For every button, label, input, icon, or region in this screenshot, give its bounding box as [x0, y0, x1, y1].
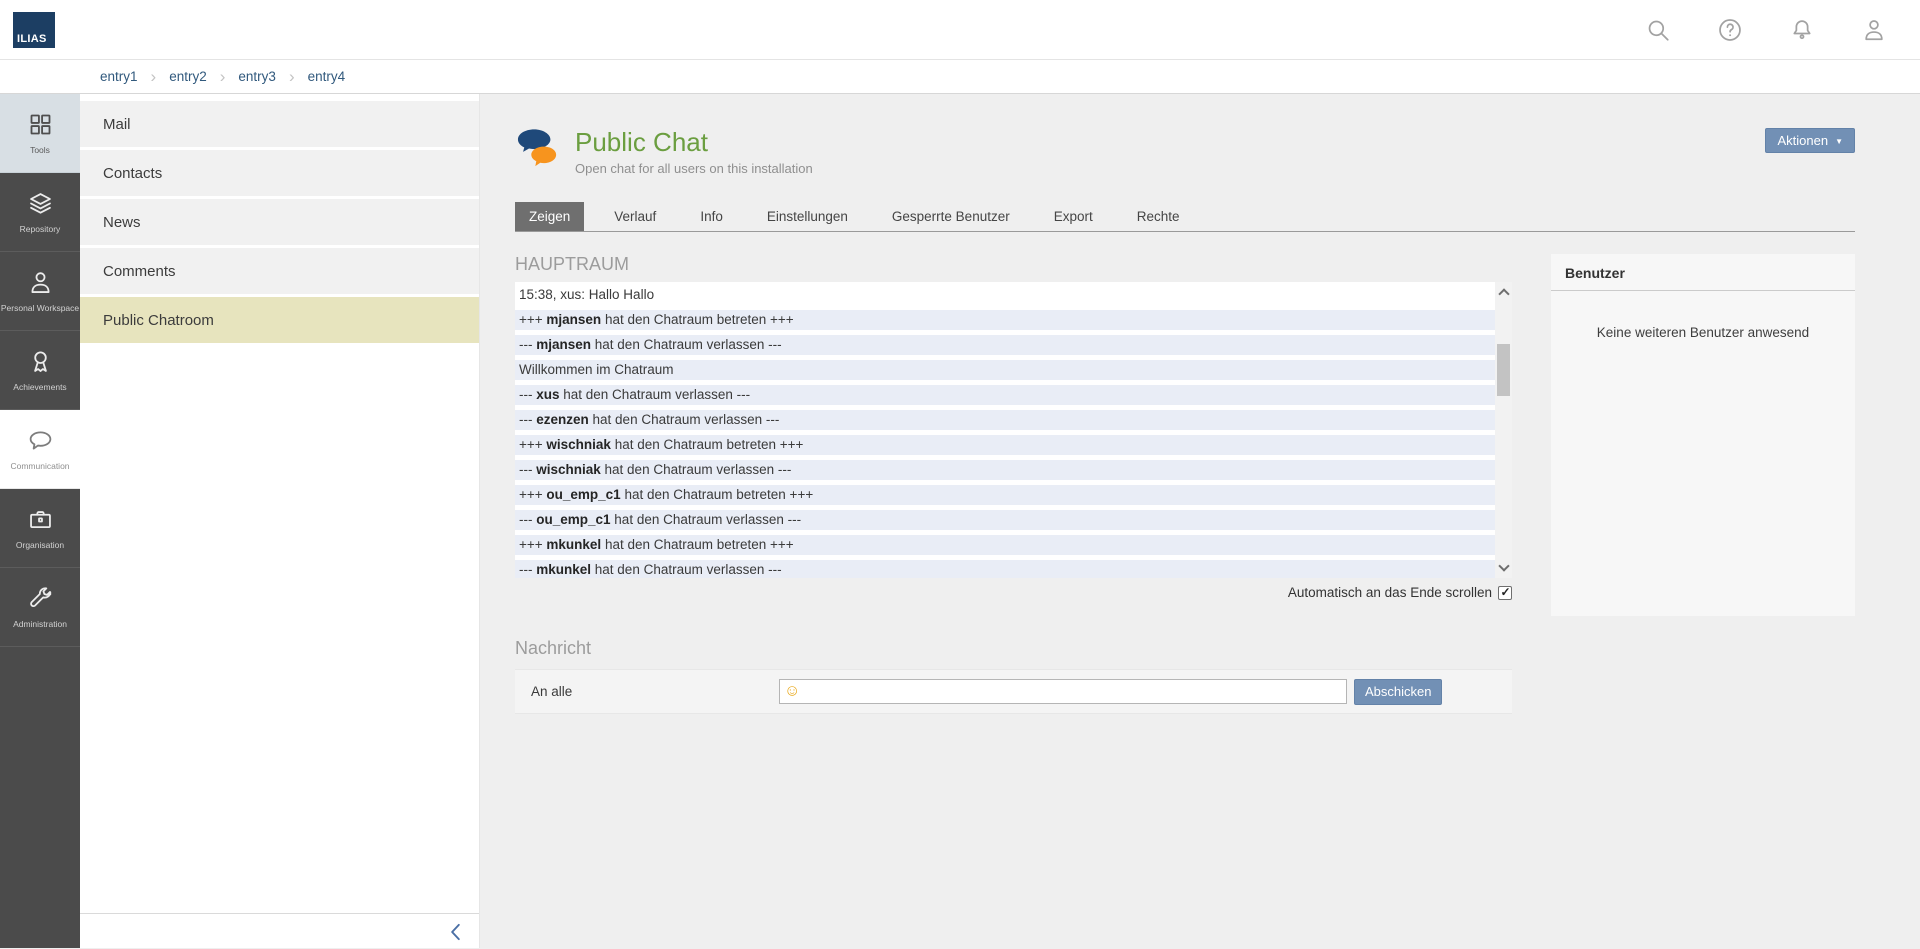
layers-icon [27, 190, 54, 217]
users-panel-empty-text: Keine weiteren Benutzer anwesend [1551, 325, 1855, 340]
chat-message-row: 15:38, xus: Hallo Hallo [515, 285, 1495, 305]
sidebar-menu: Mail Contacts News Comments Public Chatr… [80, 101, 479, 343]
ilias-logo[interactable]: ILIAS [13, 12, 55, 48]
logo-text: ILIAS [17, 33, 47, 45]
rail-item[interactable]: Achievements [0, 331, 80, 410]
rail-item[interactable]: Administration [0, 568, 80, 647]
help-icon [1717, 17, 1743, 43]
tab[interactable]: Export [1040, 202, 1107, 231]
topbar-icon-button[interactable] [1645, 17, 1671, 43]
rail-item-label: Organisation [16, 540, 64, 550]
page-title: Public Chat [575, 128, 813, 158]
chat-message-row: +++ ou_emp_c1 hat den Chatraum betreten … [515, 485, 1495, 505]
speech-bubble-icon [27, 427, 54, 454]
chat-message-row: +++ mjansen hat den Chatraum betreten ++… [515, 310, 1495, 330]
rail-item-label: Achievements [13, 382, 66, 392]
search-icon [1645, 17, 1671, 43]
sidebar-menu-item[interactable]: Contacts [80, 150, 479, 196]
person-icon [27, 269, 54, 296]
topbar-icon-button[interactable] [1717, 17, 1743, 43]
topbar-icons [1645, 17, 1887, 43]
topbar-icon-button[interactable] [1861, 17, 1887, 43]
medal-icon [27, 348, 54, 375]
users-panel-title: Benutzer [1551, 254, 1855, 291]
user-icon [1861, 17, 1887, 43]
chat-message-row: --- mjansen hat den Chatraum verlassen -… [515, 335, 1495, 355]
rail-item[interactable]: Communication [0, 410, 80, 489]
sidebar-footer [80, 913, 479, 942]
message-section-title: Nachricht [515, 638, 1512, 659]
chat-message-row: --- wischniak hat den Chatraum verlassen… [515, 460, 1495, 480]
sidebar: Mail Contacts News Comments Public Chatr… [80, 94, 480, 948]
chat-scrollbar[interactable] [1495, 282, 1512, 578]
autoscroll-checkbox[interactable] [1498, 586, 1512, 600]
breadcrumb: entry1 entry2 entry3 entry4 [0, 60, 1920, 94]
tab[interactable]: Rechte [1123, 202, 1194, 231]
chat-message-row: --- ezenzen hat den Chatraum verlassen -… [515, 410, 1495, 430]
chat-message-row: --- xus hat den Chatraum verlassen --- [515, 385, 1495, 405]
users-panel: Benutzer Keine weiteren Benutzer anwesen… [1551, 254, 1855, 616]
rail-item-label: Tools [30, 145, 50, 155]
tab[interactable]: Einstellungen [753, 202, 862, 231]
autoscroll-row: Automatisch an das Ende scrollen [515, 585, 1512, 600]
notifications-icon [1789, 17, 1815, 43]
rail-item-label: Administration [13, 619, 67, 629]
chat-message-row: +++ wischniak hat den Chatraum betreten … [515, 435, 1495, 455]
autoscroll-label: Automatisch an das Ende scrollen [1288, 585, 1492, 600]
rail-item[interactable]: Tools [0, 94, 80, 173]
grid-icon [27, 111, 54, 138]
rail-item[interactable]: Organisation [0, 489, 80, 568]
main-content: Public Chat Open chat for all users on t… [480, 94, 1920, 948]
briefcase-icon [27, 506, 54, 533]
chat-message-row: Willkommen im Chatraum [515, 360, 1495, 380]
breadcrumb-link[interactable]: entry1 [100, 68, 169, 85]
chevron-left-icon [447, 922, 463, 942]
sidebar-menu-item[interactable]: Comments [80, 248, 479, 294]
chat-message-row: --- mkunkel hat den Chatraum verlassen -… [515, 560, 1495, 578]
rail-item[interactable]: Repository [0, 173, 80, 252]
rail-item[interactable]: Personal Workspace [0, 252, 80, 331]
topbar-icon-button[interactable] [1789, 17, 1815, 43]
chat-message-area: 15:38, xus: Hallo Hallo +++ mjansen hat d… [515, 282, 1512, 578]
breadcrumb-link[interactable]: entry2 [169, 68, 238, 85]
recipient-label: An alle [531, 684, 779, 699]
rail-item-label: Personal Workspace [1, 303, 79, 313]
page-subtitle: Open chat for all users on this installa… [575, 161, 813, 176]
breadcrumb-link[interactable]: entry3 [238, 68, 307, 85]
page-header: Public Chat Open chat for all users on t… [515, 128, 1855, 186]
rail-item-label: Repository [20, 224, 61, 234]
chat-message-row: --- ou_emp_c1 hat den Chatraum verlassen… [515, 510, 1495, 530]
scrollbar-thumb[interactable] [1497, 344, 1510, 396]
chat-bubbles-icon [515, 128, 561, 170]
tab[interactable]: Verlauf [600, 202, 670, 231]
message-input[interactable] [779, 679, 1347, 704]
tab[interactable]: Zeigen [515, 202, 584, 231]
chat-message-list: 15:38, xus: Hallo Hallo +++ mjansen hat d… [515, 282, 1495, 578]
breadcrumb-link[interactable]: entry4 [308, 69, 346, 84]
message-input-wrap [779, 679, 1347, 704]
send-button[interactable]: Abschicken [1354, 679, 1442, 705]
emoji-picker-icon[interactable] [784, 683, 800, 699]
sidebar-menu-item[interactable]: Mail [80, 101, 479, 147]
sidebar-collapse-button[interactable] [447, 922, 463, 942]
scroll-down-icon[interactable] [1498, 560, 1509, 571]
chat-column: HAUPTRAUM 15:38, xus: Hallo Hallo +++ mja… [515, 254, 1512, 714]
tab-bar: Zeigen Verlauf Info Einstellungen Gesper… [515, 202, 1855, 232]
tab[interactable]: Info [686, 202, 737, 231]
message-form: An alle Abschicken [515, 669, 1512, 714]
topbar: ILIAS [0, 0, 1920, 60]
icon-rail: Tools Repository Personal Workspace Achi… [0, 94, 80, 948]
wrench-icon [27, 585, 54, 612]
tab[interactable]: Gesperrte Benutzer [878, 202, 1024, 231]
title-block: Public Chat Open chat for all users on t… [575, 128, 813, 176]
actions-dropdown-button[interactable]: Aktionen [1765, 128, 1855, 153]
rail-item-label: Communication [10, 461, 69, 471]
sidebar-menu-item[interactable]: News [80, 199, 479, 245]
chat-message-row: +++ mkunkel hat den Chatraum betreten ++… [515, 535, 1495, 555]
sidebar-menu-item[interactable]: Public Chatroom [80, 297, 479, 343]
scroll-up-icon[interactable] [1498, 288, 1509, 299]
room-title: HAUPTRAUM [515, 254, 1512, 275]
